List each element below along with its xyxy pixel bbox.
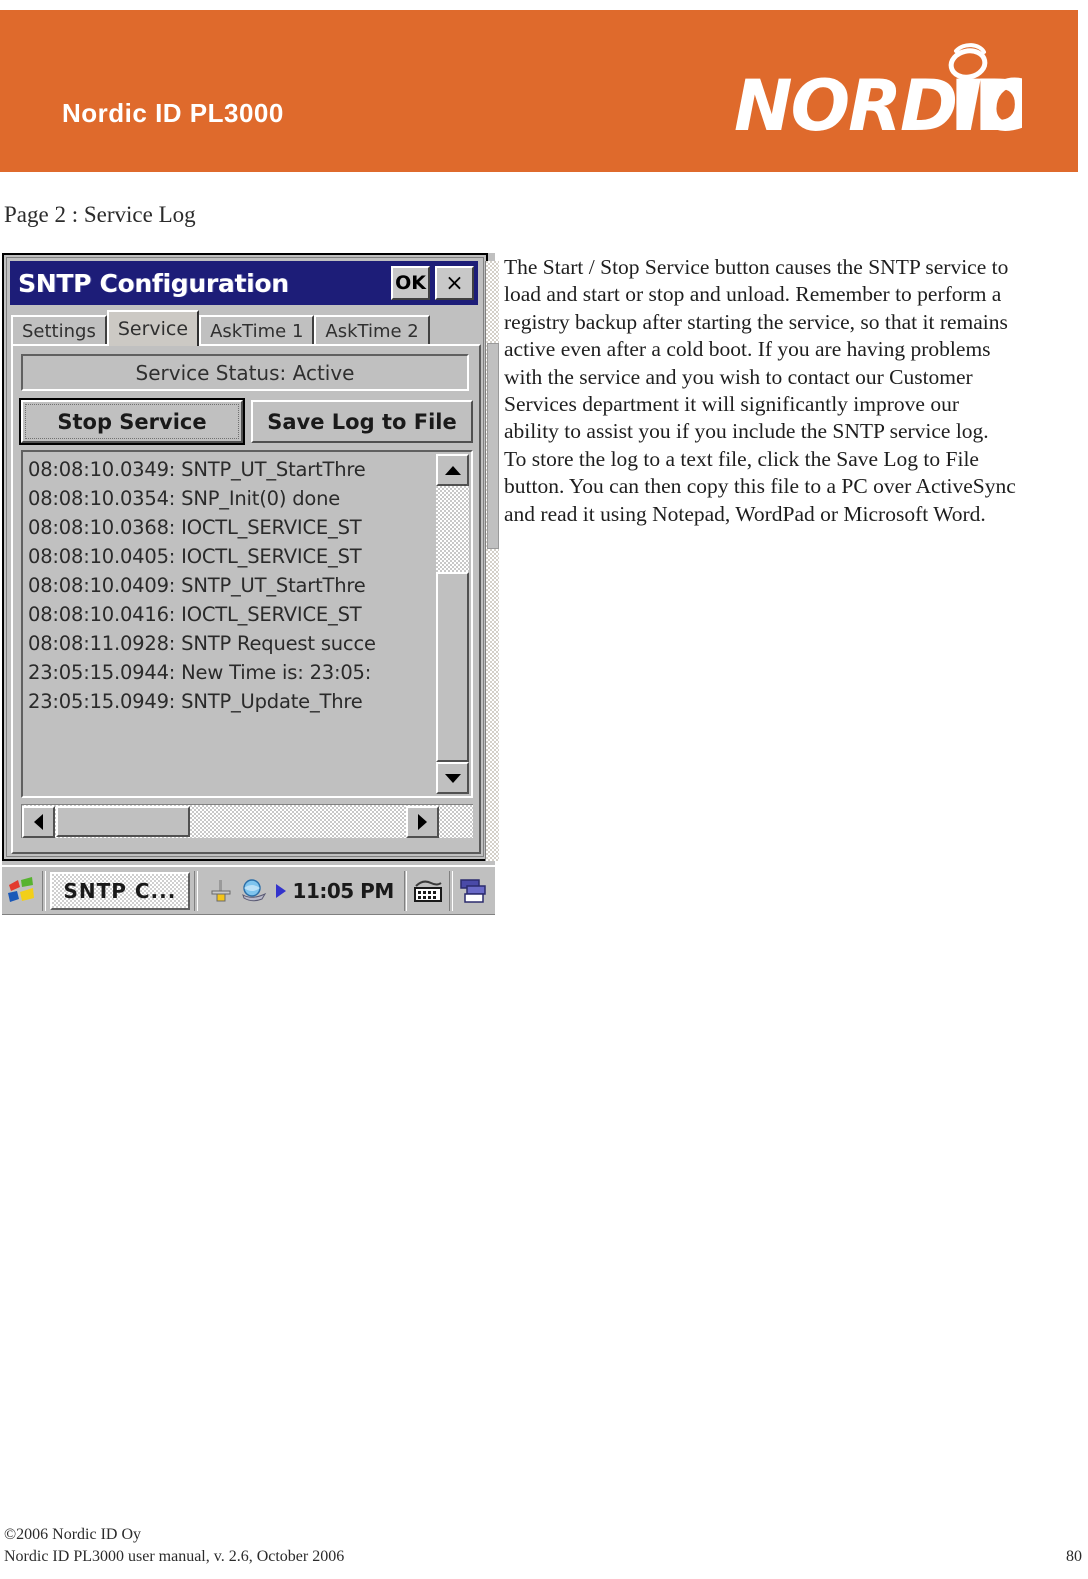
device-taskbar: SNTP C... 11:05 PM xyxy=(2,865,495,915)
taskbar-separator xyxy=(42,870,46,911)
page-header-band: Nordic ID PL3000 NORDIC ID xyxy=(0,10,1078,172)
body-paragraph: The Start / Stop Service button causes t… xyxy=(504,255,1016,526)
ok-button[interactable]: OK xyxy=(391,266,430,300)
outer-window-scrollbar[interactable] xyxy=(485,261,499,861)
taskbar-separator xyxy=(449,870,453,911)
list-item: 23:05:15.0944: New Time is: 23:05: xyxy=(28,661,372,684)
close-icon[interactable]: × xyxy=(435,266,474,300)
system-tray: 11:05 PM xyxy=(202,878,400,904)
taskbar-separator xyxy=(403,870,408,911)
device-screenshot: SNTP Configuration OK × Settings Service… xyxy=(2,253,499,915)
tab-service[interactable]: Service xyxy=(106,310,200,346)
page-title: Page 2 : Service Log xyxy=(4,202,196,227)
list-item: 08:08:10.0405: IOCTL_SERVICE_ST xyxy=(28,545,362,568)
log-vertical-scrollbar[interactable] xyxy=(436,454,469,794)
tab-asktime-2[interactable]: AskTime 2 xyxy=(314,315,430,346)
log-lines: 08:08:10.0349: SNTP_UT_StartThre 08:08:1… xyxy=(28,455,446,716)
taskbar-separator xyxy=(193,870,198,911)
keyboard-icon[interactable] xyxy=(411,877,445,905)
scroll-left-arrow-icon[interactable] xyxy=(22,806,55,838)
list-item: 08:08:10.0349: SNTP_UT_StartThre xyxy=(28,458,366,481)
list-item: 08:08:10.0354: SNP_Init(0) done xyxy=(28,487,341,510)
device-window-frame: SNTP Configuration OK × Settings Service… xyxy=(2,253,499,861)
footer-copyright: ©2006 Nordic ID Oy xyxy=(4,1526,142,1543)
list-item: 08:08:10.0368: IOCTL_SERVICE_ST xyxy=(28,516,362,539)
vertical-scroll-track[interactable] xyxy=(436,486,469,762)
tab-asktime-1[interactable]: AskTime 1 xyxy=(199,315,315,346)
scroll-up-arrow-icon[interactable] xyxy=(436,454,469,486)
window-controls: OK × xyxy=(391,266,478,300)
tab-bar: Settings Service AskTime 1 AskTime 2 xyxy=(11,310,479,346)
list-item: 08:08:10.0416: IOCTL_SERVICE_ST xyxy=(28,603,362,626)
outer-scroll-thumb[interactable] xyxy=(487,343,499,549)
footer-page-number: 80 xyxy=(1066,1548,1082,1565)
log-horizontal-scrollbar[interactable] xyxy=(21,804,473,838)
list-item: 08:08:11.0928: SNTP Request succe xyxy=(28,632,376,655)
taskbar-clock[interactable]: 11:05 PM xyxy=(293,879,395,903)
device-window-inner: SNTP Configuration OK × Settings Service… xyxy=(6,257,499,861)
scroll-right-arrow-icon[interactable] xyxy=(406,806,439,838)
save-log-to-file-button[interactable]: Save Log to File xyxy=(251,400,473,443)
horizontal-scroll-thumb[interactable] xyxy=(56,806,190,837)
network-plug-icon[interactable] xyxy=(208,878,234,904)
vertical-scroll-thumb[interactable] xyxy=(436,572,469,762)
window-title: SNTP Configuration xyxy=(18,268,289,298)
scroll-down-arrow-icon[interactable] xyxy=(436,762,469,794)
footer-manual-line: Nordic ID PL3000 user manual, v. 2.6, Oc… xyxy=(4,1548,345,1565)
svg-text:ID: ID xyxy=(950,65,1022,147)
tab-settings[interactable]: Settings xyxy=(11,315,107,346)
service-tab-panel: Service Status: Active Stop Service Save… xyxy=(11,344,481,854)
service-log-listbox[interactable]: 08:08:10.0349: SNTP_UT_StartThre 08:08:1… xyxy=(21,450,473,798)
list-item: 08:08:10.0409: SNTP_UT_StartThre xyxy=(28,574,366,597)
windows-flag-icon[interactable] xyxy=(4,869,38,913)
service-status-field: Service Status: Active xyxy=(21,354,469,391)
list-item: 23:05:15.0949: SNTP_Update_Thre xyxy=(28,690,363,713)
window-titlebar: SNTP Configuration OK × xyxy=(10,261,478,305)
page-footer: ©2006 Nordic ID Oy Nordic ID PL3000 user… xyxy=(4,1524,1084,1568)
stop-service-button[interactable]: Stop Service xyxy=(19,398,245,445)
header-product-title: Nordic ID PL3000 xyxy=(62,98,284,128)
taskbar-task-sntp[interactable]: SNTP C... xyxy=(49,871,190,910)
play-arrow-icon[interactable] xyxy=(274,882,287,900)
action-button-row: Stop Service Save Log to File xyxy=(19,398,473,445)
activesync-globe-icon[interactable] xyxy=(240,878,268,904)
nordic-id-logo: NORDIC ID xyxy=(732,40,1022,150)
windows-stack-icon[interactable] xyxy=(457,877,489,905)
